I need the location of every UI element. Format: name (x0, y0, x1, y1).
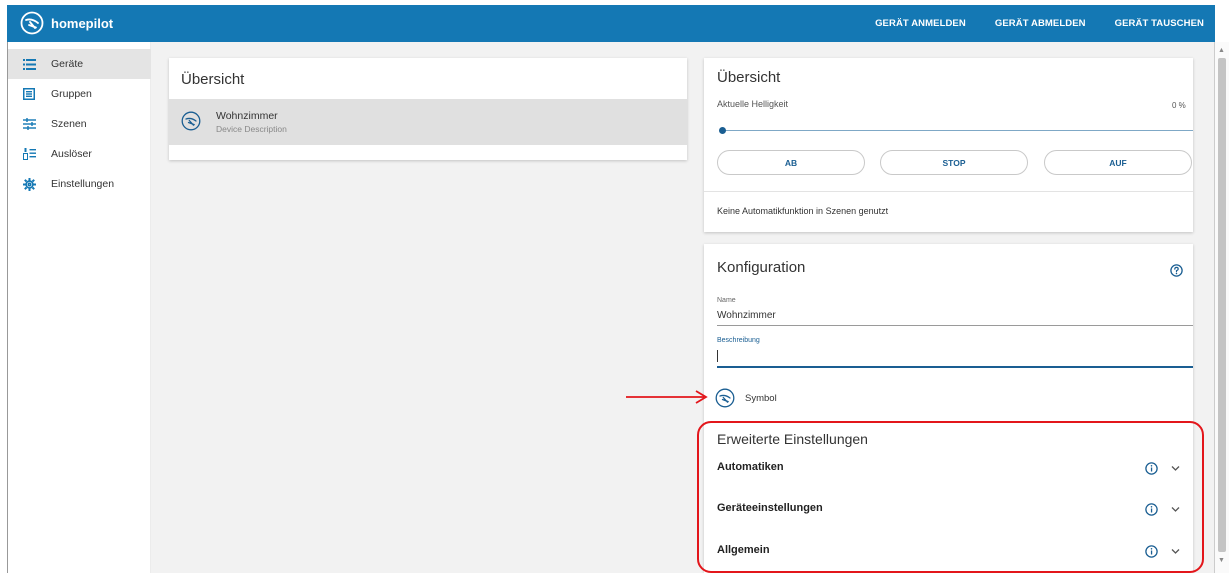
automation-note: Keine Automatikfunktion in Szenen genutz… (717, 206, 889, 216)
shutter-device-icon (181, 111, 201, 131)
description-field-underline (717, 366, 1193, 368)
help-circle-icon[interactable] (1170, 264, 1183, 277)
chevron-down-icon[interactable] (1171, 506, 1180, 513)
info-icon[interactable] (1145, 545, 1158, 558)
accordion-allgemein[interactable]: Allgemein (717, 542, 1193, 562)
sidebar-item-ausloeser[interactable]: Auslöser (8, 139, 151, 169)
description-field-label: Beschreibung (717, 337, 760, 344)
symbol-label: Symbol (745, 393, 777, 404)
trigger-icon (22, 147, 36, 161)
sidebar-item-label: Szenen (51, 118, 87, 130)
brightness-label: Aktuelle Helligkeit (717, 99, 789, 109)
shutter-device-icon[interactable] (715, 388, 735, 408)
sidebar-item-label: Auslöser (51, 148, 92, 160)
description-field[interactable] (717, 350, 1193, 364)
brand-name: homepilot (51, 16, 114, 31)
scroll-down-arrow-icon[interactable]: ▼ (1218, 557, 1225, 564)
unregister-device-link[interactable]: GERÄT ABMELDEN (995, 18, 1086, 29)
accordion-automatiken[interactable]: Automatiken (717, 459, 1193, 479)
stop-button[interactable]: STOP (880, 150, 1028, 175)
text-caret (717, 350, 718, 362)
info-icon[interactable] (1145, 503, 1158, 516)
sidebar-item-szenen[interactable]: Szenen (8, 109, 151, 139)
sidebar-item-einstellungen[interactable]: Einstellungen (8, 169, 151, 199)
vertical-scrollbar[interactable]: ▲ ▼ (1215, 42, 1229, 573)
top-nav: GERÄT ANMELDEN GERÄT ABMELDEN GERÄT TAUS… (875, 5, 1215, 42)
accordion-label: Allgemein (717, 544, 770, 556)
sidebar-item-geraete[interactable]: Geräte (8, 49, 151, 79)
main-content: Übersicht Wohnzimmer Device Description … (151, 42, 1214, 573)
sidebar-item-label: Gruppen (51, 88, 92, 100)
name-field-underline (717, 325, 1193, 326)
homepilot-logo-icon[interactable] (20, 11, 44, 35)
name-field[interactable]: Wohnzimmer (717, 310, 776, 321)
top-app-bar: homepilot GERÄT ANMELDEN GERÄT ABMELDEN … (7, 5, 1215, 42)
sidebar: Geräte Gruppen Szenen Auslöser Einstellu… (8, 42, 151, 573)
window-border-right (1214, 42, 1215, 573)
accordion-label: Automatiken (717, 461, 784, 473)
device-description: Device Description (216, 124, 287, 134)
name-field-label: Name (717, 297, 736, 304)
configuration-title: Konfiguration (717, 259, 806, 276)
scroll-up-arrow-icon[interactable]: ▲ (1218, 47, 1225, 54)
up-button[interactable]: AUF (1044, 150, 1192, 175)
chevron-down-icon[interactable] (1171, 548, 1180, 555)
register-device-link[interactable]: GERÄT ANMELDEN (875, 18, 966, 29)
info-icon[interactable] (1145, 462, 1158, 475)
device-name: Wohnzimmer (216, 110, 278, 122)
detail-overview-title: Übersicht (717, 69, 781, 86)
device-list-card: Übersicht Wohnzimmer Device Description (169, 58, 687, 160)
sidebar-item-gruppen[interactable]: Gruppen (8, 79, 151, 109)
device-list-icon (22, 57, 36, 71)
device-row-wohnzimmer[interactable]: Wohnzimmer Device Description (169, 99, 687, 145)
replace-device-link[interactable]: GERÄT TAUSCHEN (1115, 18, 1204, 29)
scenes-icon (22, 117, 36, 131)
scrollbar-thumb[interactable] (1218, 58, 1226, 552)
accordion-label: Geräteeinstellungen (717, 502, 823, 514)
accordion-geraeteeinstellungen[interactable]: Geräteeinstellungen (717, 500, 1193, 520)
brightness-slider-knob[interactable] (719, 127, 726, 134)
down-button[interactable]: AB (717, 150, 865, 175)
advanced-settings-title: Erweiterte Einstellungen (717, 431, 868, 447)
detail-overview-card: Übersicht Aktuelle Helligkeit 0 % AB STO… (704, 58, 1193, 232)
groups-icon (22, 87, 36, 101)
brightness-value: 0 % (1172, 101, 1186, 110)
brightness-slider-track[interactable] (722, 130, 1193, 131)
configuration-card: Konfiguration Name Wohnzimmer Beschreibu… (704, 244, 1193, 573)
divider (704, 191, 1193, 192)
chevron-down-icon[interactable] (1171, 465, 1180, 472)
sidebar-item-label: Einstellungen (51, 178, 115, 190)
device-list-title: Übersicht (181, 71, 245, 88)
gear-icon (22, 177, 36, 191)
sidebar-item-label: Geräte (51, 58, 84, 70)
